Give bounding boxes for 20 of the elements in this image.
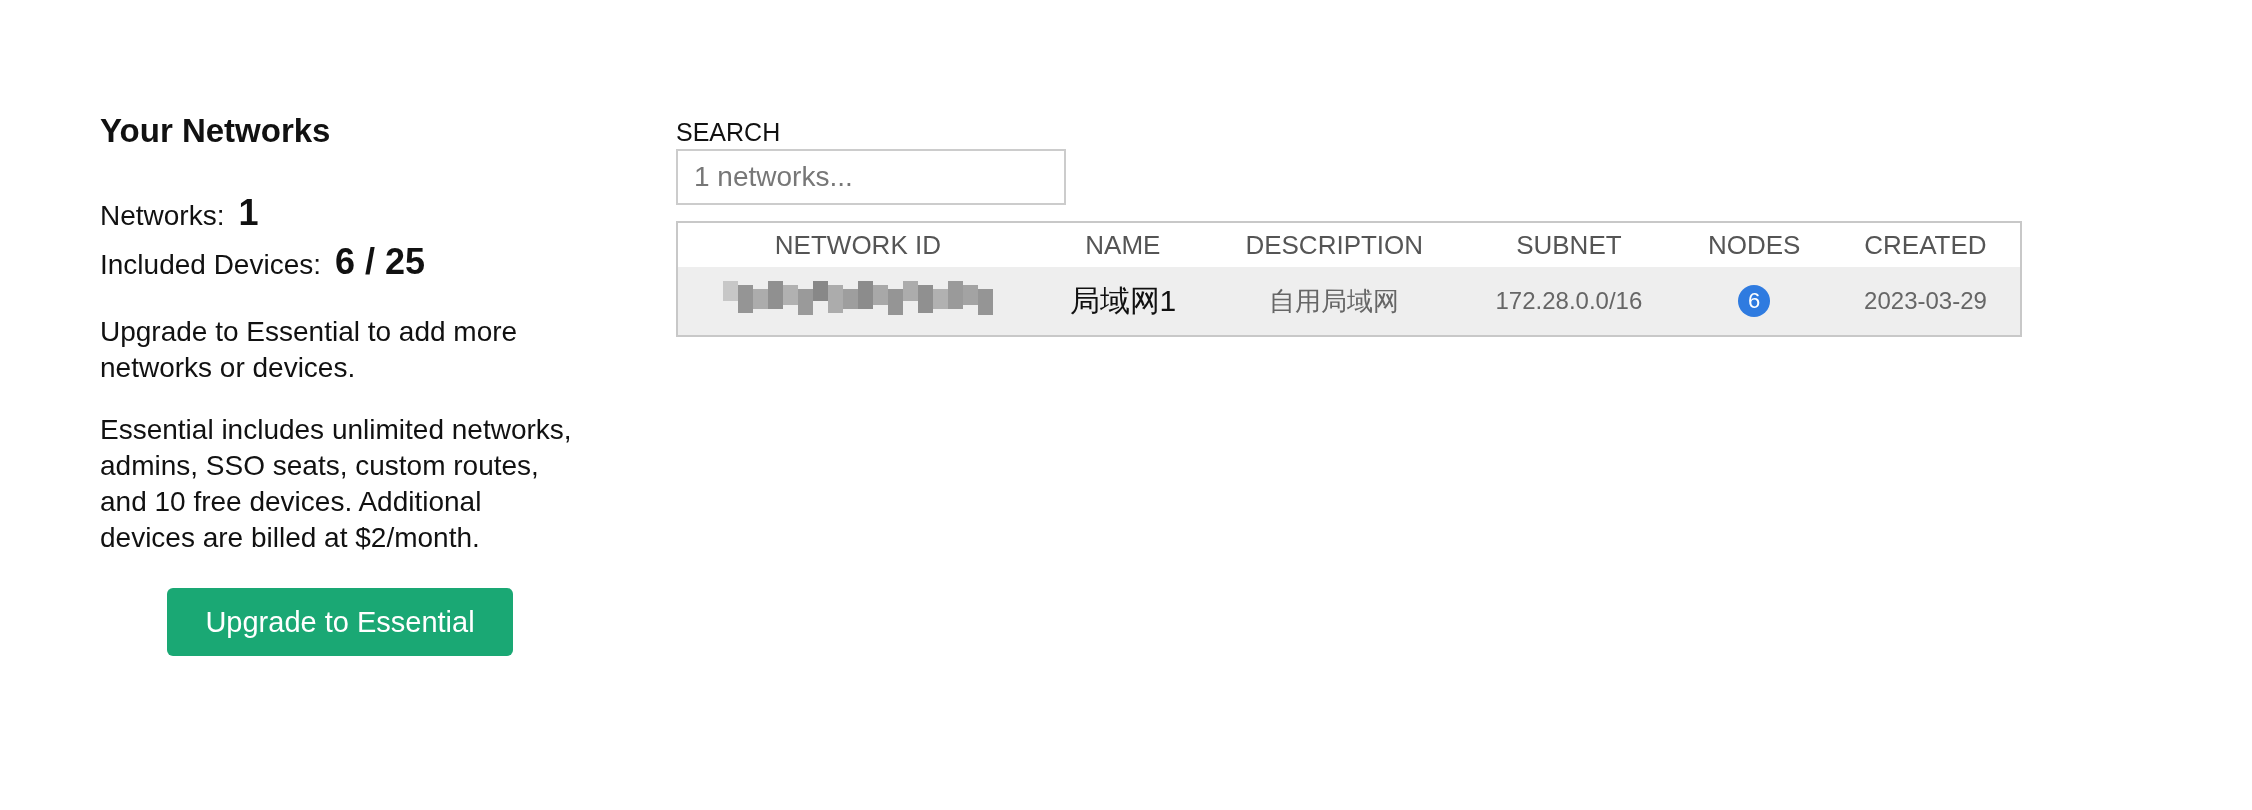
search-label: SEARCH: [676, 117, 782, 147]
info-paragraph: Essential includes unlimited networks, admins, SSO seats, custom routes, and 10 free devices. Additional devices are billed at $2/month.: [100, 413, 573, 555]
table-cell: 局域网1: [1037, 267, 1208, 336]
table-cell: 172.28.0.0/16: [1460, 267, 1678, 336]
table-cell: 自用局域网: [1208, 267, 1461, 336]
search-field[interactable]: 1 networks...: [676, 149, 1066, 205]
stat-value: 1: [238, 191, 259, 235]
column-header: SUBNET: [1460, 222, 1678, 267]
stat-label: Networks:: [100, 199, 225, 233]
column-header: NODES: [1677, 222, 1831, 267]
column-header: NETWORK ID: [677, 222, 1038, 267]
stat-value: 6 / 25: [335, 240, 426, 284]
column-header: NAME: [1037, 222, 1208, 267]
node-count-badge: 6: [1738, 285, 1771, 317]
info-paragraph: Upgrade to Essential to add more networks or devices.: [100, 315, 519, 385]
section-title: Your Networks: [100, 112, 332, 150]
table-cell: 2023-03-29: [1830, 267, 2021, 336]
column-header: CREATED: [1830, 222, 2021, 267]
stat-label: Included Devices:: [100, 248, 321, 282]
column-header: DESCRIPTION: [1208, 222, 1461, 267]
